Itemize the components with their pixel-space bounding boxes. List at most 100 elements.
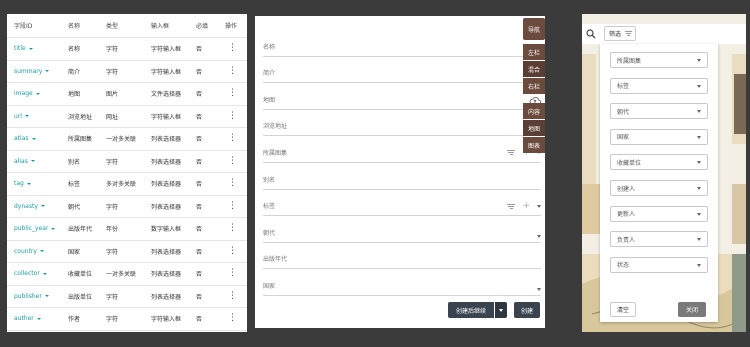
filter-select[interactable]: 更新人 bbox=[610, 205, 708, 222]
form-field[interactable]: 标签 + bbox=[263, 190, 541, 217]
filter-select[interactable]: 状态 bbox=[610, 256, 708, 273]
close-button[interactable]: 关闭 bbox=[678, 302, 706, 317]
more-vertical-icon[interactable]: ⋮ bbox=[228, 128, 237, 150]
field-id-link[interactable]: public_year bbox=[14, 218, 56, 240]
form-field-label: 所属图集 bbox=[263, 149, 288, 157]
form-field[interactable]: 简介 bbox=[263, 57, 541, 84]
plus-icon[interactable]: + bbox=[522, 201, 530, 211]
field-id-link[interactable]: alias bbox=[14, 151, 35, 173]
filter-select[interactable]: 朝代 bbox=[610, 103, 708, 120]
view-map-button[interactable]: 地图 bbox=[523, 120, 545, 136]
filter-select[interactable]: 所属图集 bbox=[610, 52, 708, 68]
field-id-text: summary bbox=[14, 67, 43, 75]
form-field[interactable]: 朝代 bbox=[263, 216, 541, 243]
search-icon[interactable] bbox=[586, 29, 596, 39]
more-vertical-icon[interactable]: ⋮ bbox=[228, 308, 237, 330]
field-input-cell: 列表选择器 bbox=[151, 158, 182, 166]
field-type-cell: 字符 bbox=[106, 293, 119, 301]
field-id-text: collector bbox=[14, 270, 40, 278]
create-button[interactable]: 创建 bbox=[514, 302, 540, 318]
header-input: 输入框 bbox=[151, 23, 170, 30]
layout-left-button[interactable]: 左栏 bbox=[523, 44, 545, 60]
form-field-label: 简介 bbox=[263, 70, 276, 78]
form-field[interactable]: 名称 bbox=[263, 30, 541, 57]
more-vertical-icon[interactable]: ⋮ bbox=[228, 61, 237, 83]
more-vertical-icon[interactable]: ⋮ bbox=[228, 38, 237, 60]
field-name-cell: 地图 bbox=[68, 91, 81, 99]
filter-icon[interactable] bbox=[507, 203, 516, 209]
field-id-link[interactable]: summary bbox=[14, 61, 50, 83]
form-field-label: 别名 bbox=[263, 176, 276, 184]
fields-table-panel: 字段ID 名称 类型 输入框 必填 操作 title 名称 字符 字符输入框否 ⋮ sum… bbox=[7, 14, 247, 332]
field-id-link[interactable]: publisher bbox=[14, 286, 49, 308]
field-id-link[interactable]: tag bbox=[14, 173, 31, 195]
field-type-cell: 字符 bbox=[106, 248, 119, 256]
more-vertical-icon[interactable]: ⋮ bbox=[228, 173, 237, 195]
more-vertical-icon[interactable]: ⋮ bbox=[228, 286, 237, 308]
field-id-link[interactable]: title bbox=[14, 38, 33, 60]
filter-select[interactable]: 负责人 bbox=[610, 231, 708, 248]
layout-mixed-button[interactable]: 混合 bbox=[523, 61, 545, 77]
field-required-cell: 否 bbox=[196, 46, 203, 54]
field-type-cell: 一对多关联 bbox=[106, 136, 137, 144]
field-id-link[interactable]: collector bbox=[14, 263, 47, 285]
chevron-down-icon[interactable] bbox=[537, 204, 541, 208]
field-name-cell: 简介 bbox=[68, 68, 81, 76]
filter-icon[interactable] bbox=[507, 150, 516, 156]
field-id-link[interactable]: atlas bbox=[14, 128, 36, 150]
field-name-cell: 标签 bbox=[68, 181, 81, 189]
table-row: summary 简介 字符 字符输入框 否 ⋮ bbox=[7, 61, 247, 83]
field-required-cell: 否 bbox=[196, 136, 203, 144]
field-id-link[interactable]: author bbox=[14, 308, 41, 330]
header-type: 类型 bbox=[106, 23, 119, 30]
filter-select[interactable]: 国家 bbox=[610, 128, 708, 145]
filter-toggle-button[interactable]: 筛选 bbox=[604, 26, 636, 41]
nav-toggle-button[interactable]: 导航 bbox=[523, 18, 545, 40]
form-field-label: 名称 bbox=[263, 43, 276, 51]
create-options-dropdown[interactable] bbox=[495, 302, 507, 318]
form-field[interactable]: 地图 bbox=[263, 83, 541, 110]
chevron-down-icon[interactable] bbox=[537, 287, 541, 291]
field-id-link[interactable]: url bbox=[14, 106, 29, 128]
filter-select[interactable]: 创建人 bbox=[610, 180, 708, 196]
field-name-cell: 出版年代 bbox=[68, 226, 93, 234]
more-vertical-icon[interactable]: ⋮ bbox=[228, 196, 237, 218]
field-required-cell: 否 bbox=[196, 113, 203, 121]
header-required: 必填 bbox=[196, 23, 209, 30]
chevron-down-icon[interactable] bbox=[537, 234, 541, 238]
form-field[interactable]: 别名 bbox=[263, 163, 541, 190]
field-required-cell: 否 bbox=[196, 226, 203, 234]
field-type-cell: 字符 bbox=[106, 316, 119, 324]
more-vertical-icon[interactable]: ⋮ bbox=[228, 218, 237, 240]
field-required-cell: 否 bbox=[196, 203, 203, 211]
create-continue-button[interactable]: 创建后继续 bbox=[448, 302, 494, 318]
filter-select[interactable]: 收藏单位 bbox=[610, 154, 708, 171]
field-id-text: image bbox=[14, 90, 33, 98]
more-vertical-icon[interactable]: ⋮ bbox=[228, 263, 237, 285]
filter-dropdown-card: 所属图集标签朝代国家收藏单位创建人更新人负责人状态 清空 关闭 bbox=[600, 44, 718, 322]
filter-select-label: 所属图集 bbox=[617, 57, 642, 65]
field-id-link[interactable]: image bbox=[14, 83, 40, 105]
field-id-link[interactable]: dynasty bbox=[14, 196, 45, 218]
more-vertical-icon[interactable]: ⋮ bbox=[228, 241, 237, 263]
caret-down-icon bbox=[35, 92, 40, 95]
filter-select[interactable]: 标签 bbox=[610, 77, 708, 94]
form-field[interactable]: 国家 bbox=[263, 269, 541, 296]
view-chart-button[interactable]: 图表 bbox=[523, 137, 545, 153]
clear-button[interactable]: 清空 bbox=[610, 302, 636, 317]
view-content-button[interactable]: 内容 bbox=[523, 103, 545, 119]
form-field[interactable]: 出版年代 bbox=[263, 243, 541, 270]
filter-toolbar: 筛选 bbox=[582, 24, 746, 44]
caret-down-icon bbox=[51, 227, 56, 230]
field-input-cell: 列表选择器 bbox=[151, 271, 182, 279]
more-vertical-icon[interactable]: ⋮ bbox=[228, 151, 237, 173]
field-id-link[interactable]: country bbox=[14, 241, 44, 263]
more-vertical-icon[interactable]: ⋮ bbox=[228, 83, 237, 105]
layout-right-button[interactable]: 右栏 bbox=[523, 78, 545, 94]
form-field[interactable]: 所属图集+ bbox=[263, 136, 541, 163]
form-field[interactable]: 浏览地址 bbox=[263, 110, 541, 137]
chevron-down-icon bbox=[697, 59, 701, 62]
filter-select-label: 更新人 bbox=[617, 211, 636, 219]
chevron-down-icon bbox=[697, 135, 701, 139]
more-vertical-icon[interactable]: ⋮ bbox=[228, 106, 237, 128]
